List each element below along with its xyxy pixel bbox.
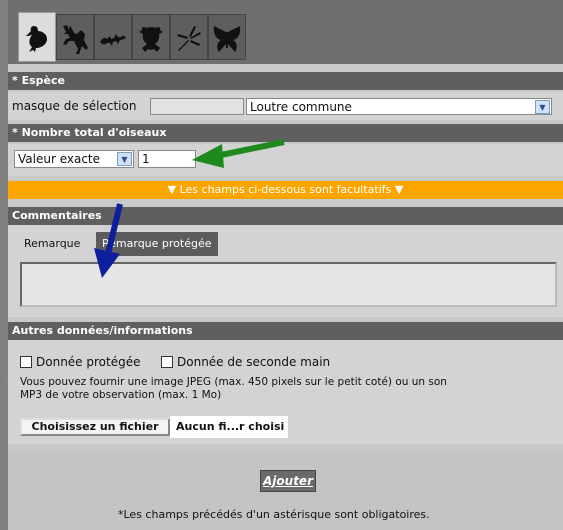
- count-header: * Nombre total d'oiseaux: [8, 124, 563, 142]
- tab-birds[interactable]: [18, 12, 56, 62]
- species-selected-value: Loutre commune: [250, 100, 352, 114]
- file-status: Aucun fi...r choisi: [170, 416, 288, 438]
- species-row: masque de sélection Loutre commune ▼: [8, 92, 563, 120]
- species-select[interactable]: Loutre commune ▼: [246, 98, 552, 115]
- tab-remark[interactable]: Remarque: [18, 232, 87, 256]
- remark-textarea[interactable]: [20, 262, 557, 307]
- optional-fields-banner: ▼ Les champs ci-dessous sont facultatifs…: [8, 181, 563, 199]
- mask-input[interactable]: [150, 98, 244, 115]
- second-hand-checkbox[interactable]: [161, 356, 173, 368]
- butterfly-icon: [213, 26, 241, 52]
- required-footnote: *Les champs précédés d'un astérisque son…: [118, 508, 430, 521]
- species-header: * Espèce: [8, 72, 563, 90]
- protected-label: Donnée protégée: [36, 355, 141, 369]
- dragonfly-icon: [177, 26, 201, 51]
- frog-icon: [139, 26, 163, 52]
- tab-mammals[interactable]: [56, 14, 94, 60]
- observation-form: * Espèce masque de sélection Loutre comm…: [8, 0, 563, 530]
- upload-info-line1: Vous pouvez fournir une image JPEG (max.…: [20, 376, 447, 388]
- add-button[interactable]: Ajouter: [260, 470, 316, 492]
- tab-amphibians[interactable]: [132, 14, 170, 60]
- mask-label: masque de sélection: [12, 99, 137, 113]
- count-mode-select[interactable]: Valeur exacte ▼: [14, 150, 134, 168]
- lizard-icon: [100, 34, 126, 46]
- upload-info-line2: MP3 de votre observation (max. 1 Mo): [20, 389, 222, 401]
- chevron-down-icon: ▼: [535, 100, 550, 114]
- protected-checkbox[interactable]: [20, 356, 32, 368]
- comments-header: Commentaires: [8, 207, 563, 225]
- chevron-down-icon: ▼: [117, 152, 132, 166]
- other-data-header: Autres données/informations: [8, 322, 563, 340]
- count-input[interactable]: 1: [138, 150, 196, 168]
- count-row: Valeur exacte ▼ 1: [8, 144, 563, 176]
- deer-icon: [63, 25, 88, 54]
- tab-odonates[interactable]: [170, 14, 208, 60]
- second-hand-label: Donnée de seconde main: [177, 355, 331, 369]
- tab-protected-remark[interactable]: Remarque protégée: [96, 232, 218, 256]
- choose-file-button[interactable]: Choisissez un fichier: [20, 418, 170, 436]
- count-mode-value: Valeur exacte: [18, 152, 101, 166]
- tab-reptiles[interactable]: [94, 14, 132, 60]
- taxon-tab-bar: [8, 0, 563, 64]
- bird-icon: [26, 26, 47, 52]
- tab-butterflies[interactable]: [208, 14, 246, 60]
